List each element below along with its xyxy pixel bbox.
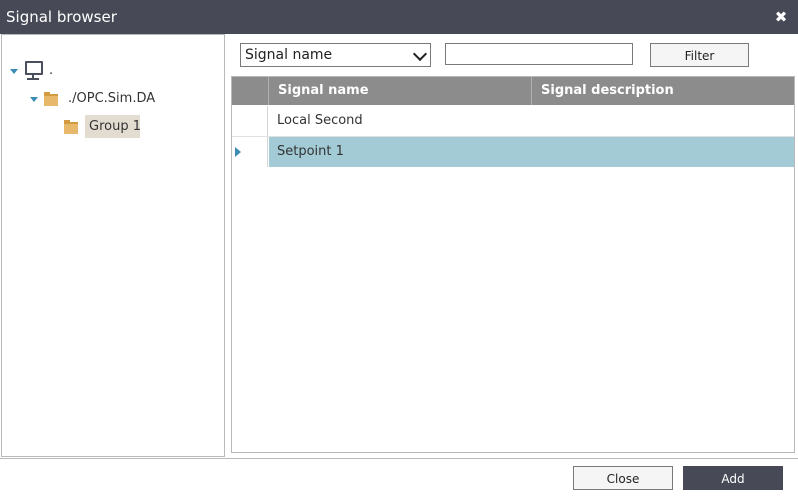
add-button[interactable]: Add — [683, 466, 783, 490]
row-indicator — [232, 137, 268, 167]
expand-arrow-icon[interactable] — [10, 69, 18, 74]
footer-divider — [0, 458, 798, 459]
tree-node-root-label: . — [49, 63, 54, 78]
column-header-signal-name[interactable]: Signal name — [269, 77, 532, 105]
folder-icon — [44, 92, 58, 106]
table-row[interactable]: Local Second — [232, 106, 794, 136]
current-row-arrow-icon — [235, 147, 241, 157]
signal-grid: Signal name Signal description Local Sec… — [231, 76, 795, 453]
filter-field-select[interactable]: Signal name — [240, 43, 431, 67]
signal-tree: . ./OPC.Sim.DA Group 1 — [1, 34, 225, 457]
filter-text-input[interactable] — [445, 43, 633, 65]
table-row-selected[interactable]: Setpoint 1 — [232, 137, 794, 167]
signal-name-cell: Setpoint 1 — [269, 137, 794, 167]
folder-icon — [64, 120, 78, 134]
expand-arrow-icon[interactable] — [30, 97, 38, 102]
filter-button[interactable]: Filter — [650, 43, 749, 67]
tree-node-root[interactable]: . — [2, 59, 82, 81]
column-header-signal-description[interactable]: Signal description — [532, 77, 794, 105]
grid-header: Signal name Signal description — [232, 77, 794, 105]
computer-icon-stand — [27, 78, 39, 80]
tree-node-group[interactable]: Group 1 — [2, 116, 142, 138]
tree-node-group-label: Group 1 — [89, 119, 141, 134]
header-corner — [232, 77, 269, 105]
window-title: Signal browser — [6, 8, 117, 26]
signal-name-cell: Local Second — [277, 113, 363, 128]
title-bar: Signal browser ✖ — [0, 0, 798, 34]
filter-field-value: Signal name — [245, 47, 333, 63]
close-icon[interactable]: ✖ — [772, 8, 790, 26]
tree-node-server-label: ./OPC.Sim.DA — [68, 91, 156, 106]
tree-node-server[interactable]: ./OPC.Sim.DA — [2, 88, 182, 110]
computer-icon — [25, 61, 43, 75]
chevron-down-icon — [412, 46, 428, 62]
close-button[interactable]: Close — [573, 466, 673, 490]
row-indicator — [232, 106, 268, 136]
